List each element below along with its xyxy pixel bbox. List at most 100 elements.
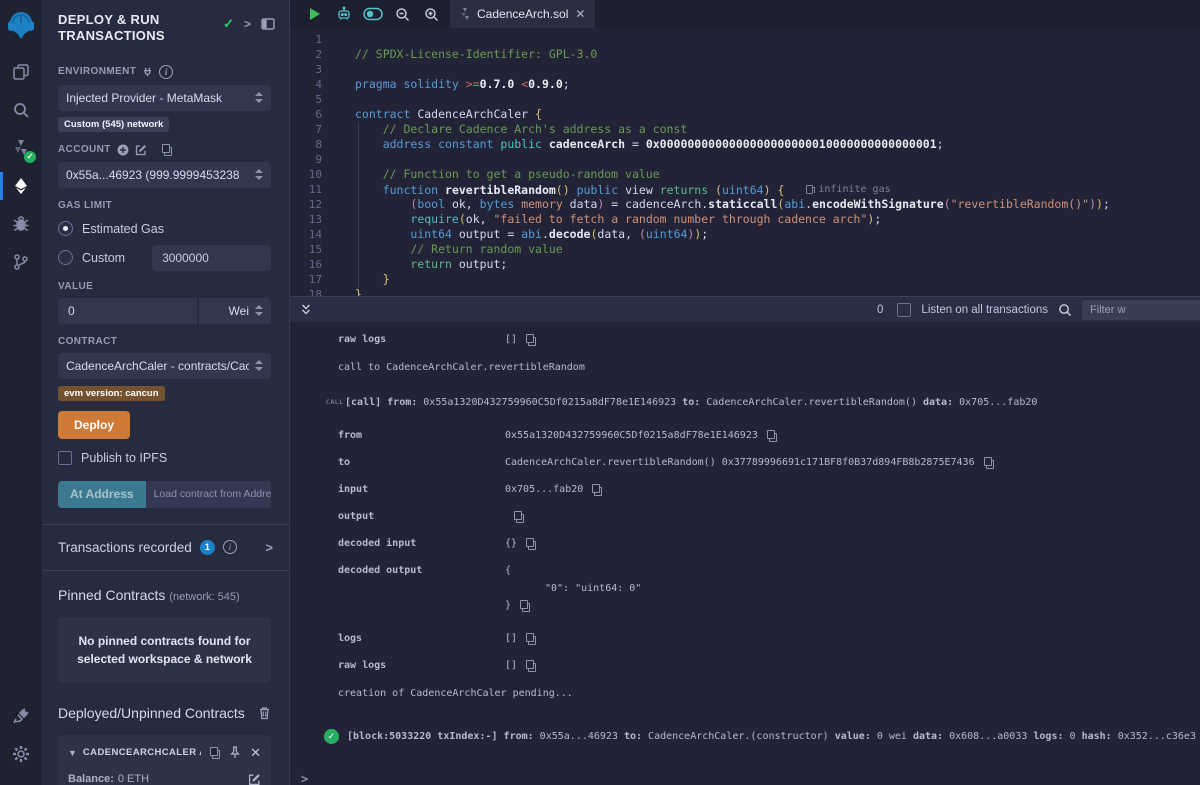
copy-icon[interactable]	[984, 457, 994, 469]
copy-icon[interactable]	[520, 600, 530, 612]
at-address-button[interactable]: At Address	[58, 481, 146, 508]
listen-all-checkbox[interactable]	[897, 303, 911, 317]
trash-icon[interactable]	[258, 706, 271, 720]
copy-icon[interactable]	[526, 633, 536, 645]
code-line[interactable]: 9	[290, 152, 1200, 167]
line-number[interactable]: 9	[290, 152, 336, 167]
source-control-icon[interactable]	[0, 245, 42, 279]
copy-icon[interactable]	[514, 511, 524, 523]
close-tab-icon[interactable]: ✕	[575, 7, 585, 21]
radio-unselected-icon[interactable]	[58, 250, 73, 265]
environment-info-icon[interactable]: i	[159, 65, 173, 79]
line-number[interactable]: 15	[290, 242, 336, 257]
line-number[interactable]: 10	[290, 167, 336, 182]
terminal-prompt[interactable]: >	[290, 772, 1200, 785]
line-number[interactable]: 1	[290, 32, 336, 47]
gas-custom-input[interactable]: 3000000	[152, 245, 271, 271]
copy-address-icon[interactable]	[210, 747, 220, 759]
zoom-in-icon[interactable]	[420, 4, 442, 24]
zoom-out-icon[interactable]	[391, 4, 413, 24]
copy-icon[interactable]	[592, 484, 602, 496]
terminal-filter-input[interactable]	[1082, 300, 1200, 320]
transactions-info-icon[interactable]: i	[223, 540, 237, 554]
code-line[interactable]: 10 // Function to get a pseudo-random va…	[290, 167, 1200, 182]
copy-icon[interactable]	[526, 660, 536, 672]
line-number[interactable]: 6	[290, 107, 336, 122]
line-number[interactable]: 2	[290, 47, 336, 62]
file-explorer-icon[interactable]	[0, 55, 42, 89]
search-icon[interactable]	[0, 93, 42, 127]
at-address-input[interactable]: Load contract from Addres	[146, 481, 271, 508]
code-line[interactable]: 18}	[290, 287, 1200, 296]
environment-select[interactable]: Injected Provider - MetaMask	[58, 85, 271, 111]
radio-selected-icon[interactable]	[58, 221, 73, 236]
line-number[interactable]: 4	[290, 77, 336, 92]
collapse-terminal-icon[interactable]	[300, 303, 312, 316]
deploy-run-icon[interactable]	[0, 169, 42, 203]
line-number[interactable]: 11	[290, 182, 336, 197]
code-line[interactable]: 16 return output;	[290, 257, 1200, 272]
code-line[interactable]: 14 uint64 output = abi.decode(data, (uin…	[290, 227, 1200, 242]
transactions-expand-icon[interactable]: >	[265, 540, 273, 555]
settings-gear-icon[interactable]	[0, 737, 42, 771]
line-number[interactable]: 8	[290, 137, 336, 152]
code-line[interactable]: 3	[290, 62, 1200, 77]
copy-icon[interactable]	[767, 430, 777, 442]
contract-select[interactable]: CadenceArchCaler - contracts/Cac	[58, 353, 271, 379]
code-area[interactable]: 12// SPDX-License-Identifier: GPL-3.034p…	[290, 32, 1200, 296]
code-line[interactable]: 15 // Return random value	[290, 242, 1200, 257]
plug-icon[interactable]	[142, 66, 153, 77]
copy-icon[interactable]	[526, 334, 536, 346]
publish-ipfs-checkbox[interactable]	[58, 451, 72, 465]
copy-account-icon[interactable]	[162, 144, 172, 156]
gas-estimated-option[interactable]: Estimated Gas	[58, 218, 271, 240]
ai-toggle-icon[interactable]	[362, 4, 384, 24]
edit-account-icon[interactable]	[135, 144, 147, 156]
ai-assistant-icon[interactable]	[333, 4, 355, 24]
plugin-manager-icon[interactable]	[0, 699, 42, 733]
panel-chevron-icon[interactable]: >	[244, 17, 251, 31]
code-line[interactable]: 12 (bool ok, bytes memory data) = cadenc…	[290, 197, 1200, 212]
solidity-compiler-icon[interactable]: ✓	[0, 131, 42, 165]
code-line[interactable]: 8 address constant public cadenceArch = …	[290, 137, 1200, 152]
line-number[interactable]: 14	[290, 227, 336, 242]
line-number[interactable]: 7	[290, 122, 336, 137]
deploy-button[interactable]: Deploy	[58, 411, 130, 439]
tab-cadencearch-sol[interactable]: CadenceArch.sol ✕	[450, 0, 595, 28]
code-line[interactable]: 4pragma solidity >=0.7.0 <0.9.0;	[290, 77, 1200, 92]
pin-contract-icon[interactable]	[229, 746, 241, 759]
line-number[interactable]: 16	[290, 257, 336, 272]
line-number[interactable]: 18	[290, 287, 336, 296]
debugger-icon[interactable]	[0, 207, 42, 241]
code-line[interactable]: 7 // Declare Cadence Arch's address as a…	[290, 122, 1200, 137]
gas-custom-option[interactable]: Custom 3000000	[58, 247, 271, 269]
edit-balance-icon[interactable]	[248, 773, 261, 785]
publish-ipfs-row[interactable]: Publish to IPFS	[58, 451, 271, 465]
terminal[interactable]: raw logs[]call to CadenceArchCaler.rever…	[290, 322, 1200, 785]
terminal-search-icon[interactable]	[1058, 303, 1072, 317]
copy-icon[interactable]	[526, 538, 536, 550]
code-line[interactable]: 5	[290, 92, 1200, 107]
line-number[interactable]: 5	[290, 92, 336, 107]
add-account-icon[interactable]	[117, 144, 129, 156]
line-number[interactable]: 3	[290, 62, 336, 77]
code-line[interactable]: 11 function revertibleRandom() public vi…	[290, 182, 1200, 197]
terminal-block-line[interactable]: ✓[block:5033220 txIndex:-] from: 0x55a..…	[290, 720, 1200, 752]
value-input[interactable]: 0	[58, 298, 197, 324]
code-editor[interactable]: 12// SPDX-License-Identifier: GPL-3.034p…	[290, 28, 1200, 296]
account-select[interactable]: 0x55a...46923 (999.9999453238	[58, 162, 271, 188]
remove-contract-icon[interactable]: ✕	[250, 745, 261, 761]
transactions-recorded-row[interactable]: Transactions recorded 1 i >	[42, 525, 289, 570]
collapse-chevron-icon[interactable]: ▼	[68, 748, 77, 758]
terminal-call-line[interactable]: CALL[call] from: 0x55a1320D432759960C5Df…	[290, 382, 1200, 422]
run-script-icon[interactable]	[304, 4, 326, 24]
code-line[interactable]: 17 }	[290, 272, 1200, 287]
code-line[interactable]: 1	[290, 32, 1200, 47]
pin-panel-icon[interactable]	[261, 18, 275, 30]
code-line[interactable]: 13 require(ok, "failed to fetch a random…	[290, 212, 1200, 227]
code-line[interactable]: 6contract CadenceArchCaler {	[290, 107, 1200, 122]
value-unit-select[interactable]: Wei	[199, 298, 271, 324]
line-number[interactable]: 17	[290, 272, 336, 287]
line-number[interactable]: 13	[290, 212, 336, 227]
code-line[interactable]: 2// SPDX-License-Identifier: GPL-3.0	[290, 47, 1200, 62]
